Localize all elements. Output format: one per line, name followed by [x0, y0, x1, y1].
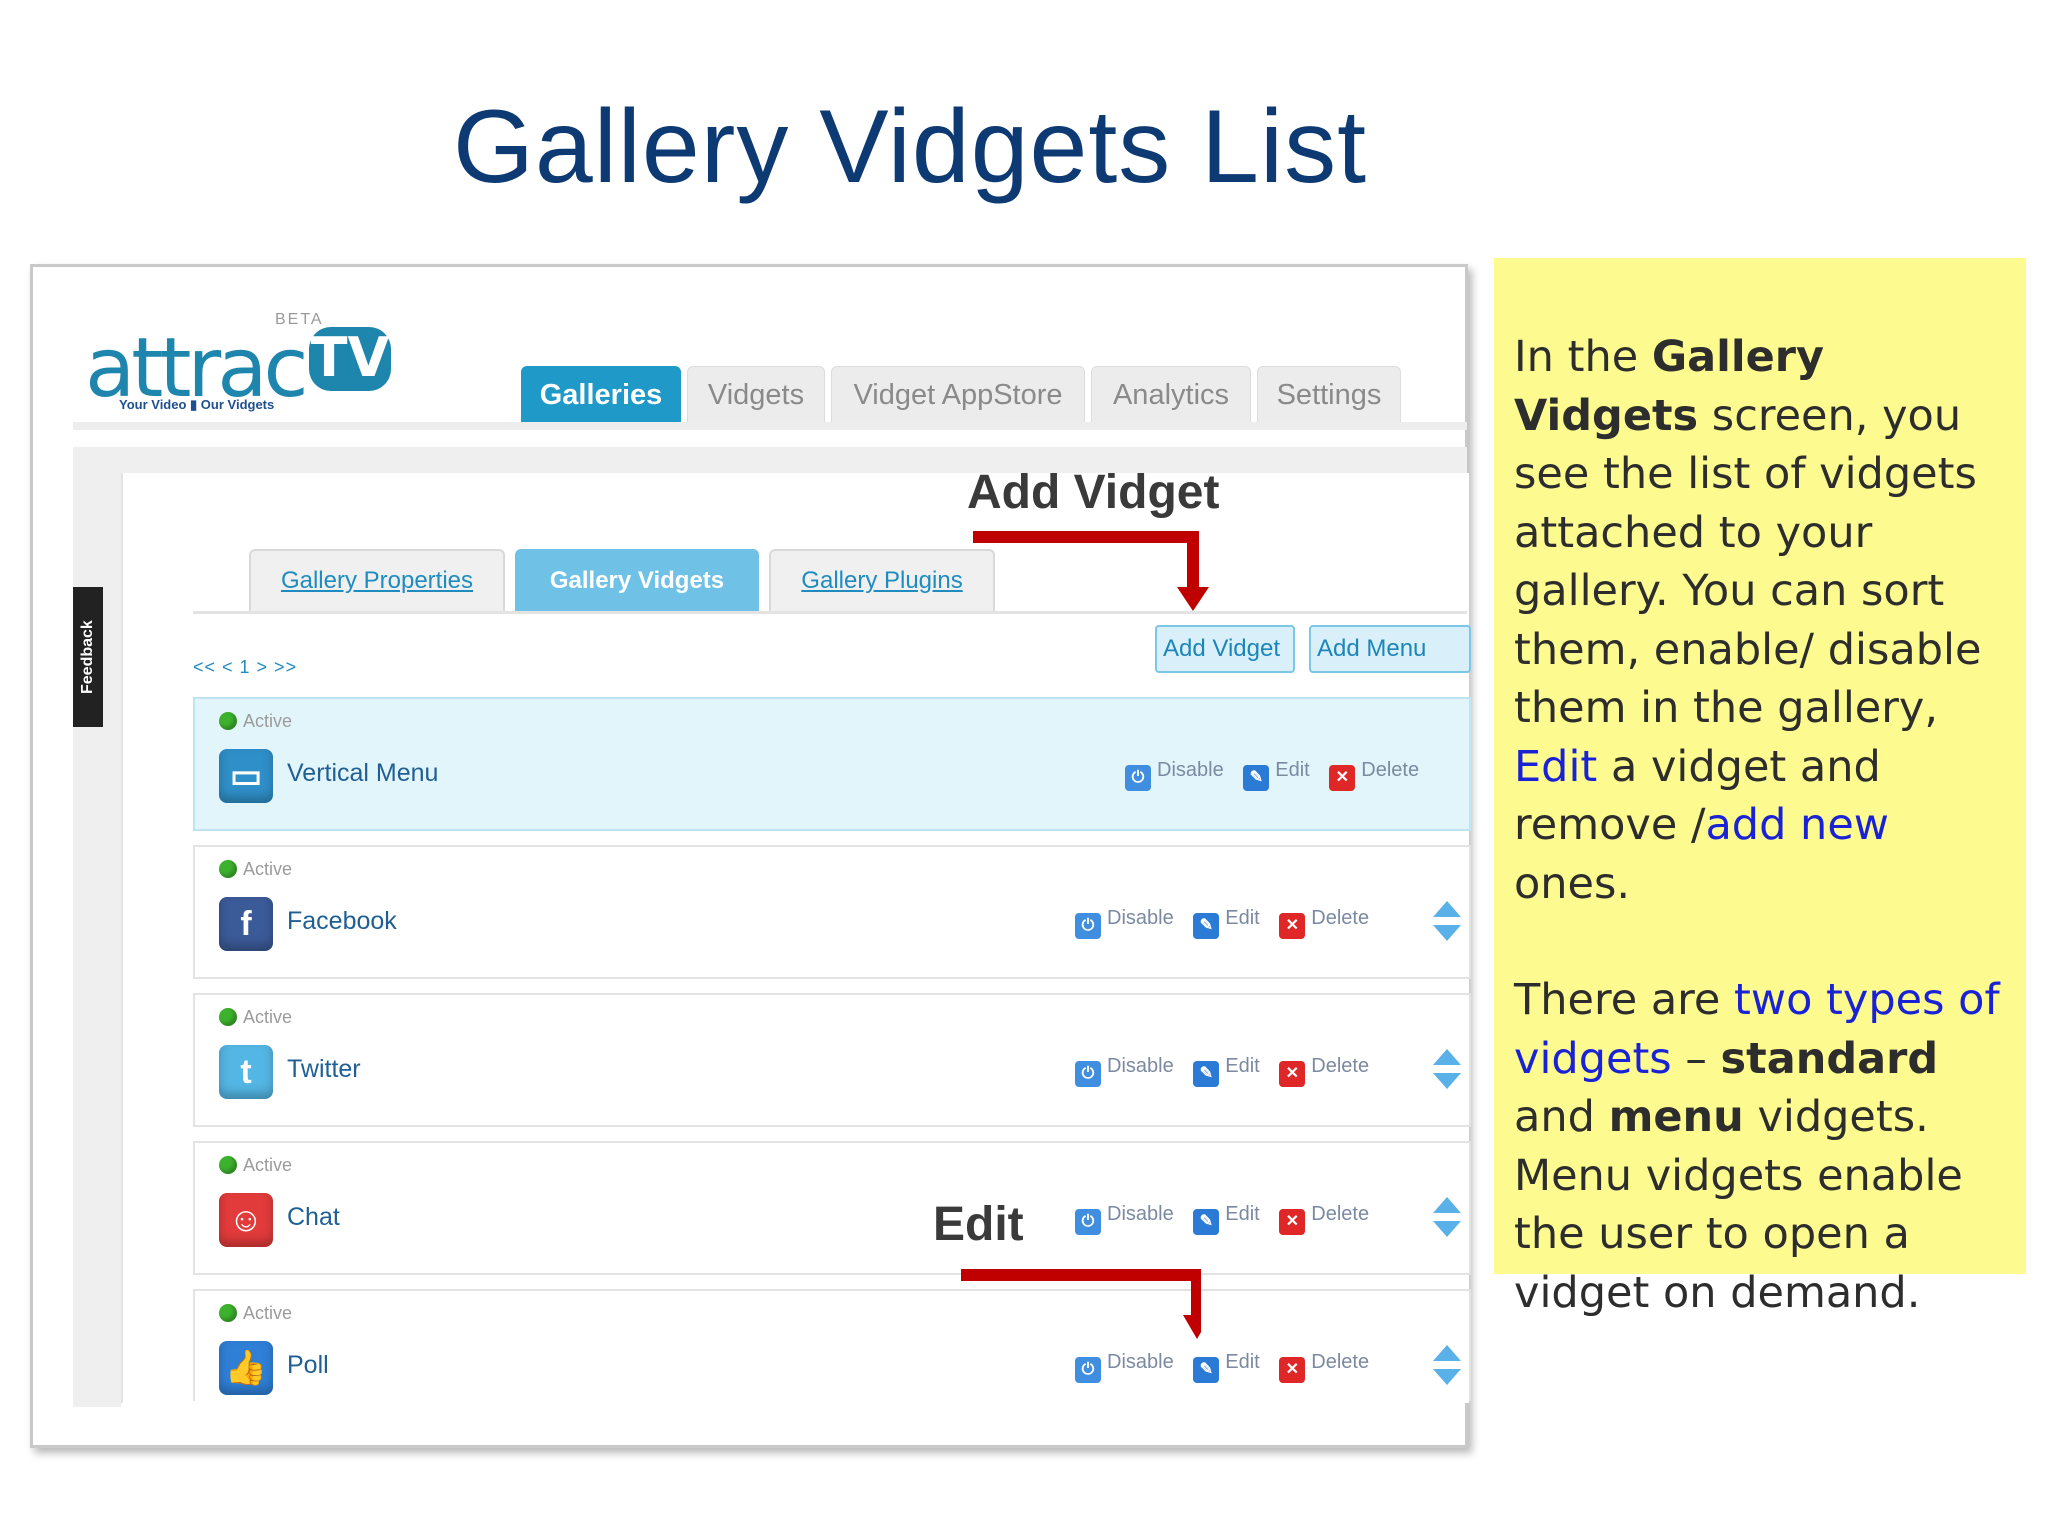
pencil-icon: ✎ — [1193, 1357, 1220, 1383]
tab-galleries[interactable]: Galleries — [521, 366, 681, 423]
add-vidget-button[interactable]: Add Vidget — [1155, 625, 1295, 673]
add-menu-button[interactable]: Add Menu — [1309, 625, 1471, 673]
vidget-name[interactable]: Vertical Menu — [287, 759, 438, 788]
active-status-icon — [219, 712, 237, 730]
active-status-icon — [219, 860, 237, 878]
pencil-icon: ✎ — [1243, 765, 1270, 791]
vidget-row[interactable]: Active 👍 Poll ⏻ Disable ✎ Edit ✕ Delete — [193, 1289, 1471, 1401]
feedback-tab[interactable]: Feedback — [73, 587, 103, 727]
tab-settings[interactable]: Settings — [1257, 366, 1401, 423]
tab-gallery-plugins[interactable]: Gallery Plugins — [769, 549, 995, 613]
facebook-icon: f — [219, 897, 273, 951]
sort-arrows-icon[interactable] — [1431, 1343, 1463, 1387]
disable-button[interactable]: ⏻ Disable — [1075, 907, 1174, 939]
status-label: Active — [219, 859, 292, 880]
delete-button[interactable]: ✕ Delete — [1279, 907, 1369, 939]
edit-button[interactable]: ✎ Edit — [1193, 1203, 1260, 1235]
edit-button[interactable]: ✎ Edit — [1243, 759, 1310, 791]
attractv-logo[interactable]: BETA attrac TV Your Video ▮ Our Vidgets — [85, 307, 405, 417]
pencil-icon: ✎ — [1193, 1209, 1220, 1235]
power-icon: ⏻ — [1075, 1209, 1101, 1235]
row-actions: ⏻ Disable ✎ Edit ✕ Delete — [1125, 759, 1433, 791]
tab-analytics[interactable]: Analytics — [1091, 366, 1251, 423]
poll-icon: 👍 — [219, 1341, 273, 1395]
row-actions: ⏻ Disable ✎ Edit ✕ Delete — [1075, 1351, 1383, 1383]
active-status-icon — [219, 1304, 237, 1322]
chat-icon: ☺ — [219, 1193, 273, 1247]
delete-x-icon: ✕ — [1279, 913, 1306, 939]
disable-button[interactable]: ⏻ Disable — [1125, 759, 1224, 791]
sort-arrows-icon[interactable] — [1431, 1047, 1463, 1091]
tab-gallery-vidgets[interactable]: Gallery Vidgets — [515, 549, 759, 613]
status-label: Active — [219, 1007, 292, 1028]
description-note: In the Gallery Vidgets screen, you see t… — [1494, 258, 2026, 1318]
app-screenshot: BETA attrac TV Your Video ▮ Our Vidgets … — [30, 264, 1471, 1448]
content-header-band — [73, 447, 1467, 473]
twitter-icon: t — [219, 1045, 273, 1099]
sort-arrows-icon[interactable] — [1431, 1195, 1463, 1239]
pencil-icon: ✎ — [1193, 1061, 1220, 1087]
add-new-link[interactable]: add new — [1705, 800, 1889, 850]
vidget-name[interactable]: Facebook — [287, 907, 397, 936]
vertical-menu-icon: ▭ — [219, 749, 273, 803]
tab-gallery-properties[interactable]: Gallery Properties — [249, 549, 505, 613]
row-actions: ⏻ Disable ✎ Edit ✕ Delete — [1075, 1203, 1383, 1235]
disable-button[interactable]: ⏻ Disable — [1075, 1203, 1174, 1235]
note-paragraph-2: There are two types of vidgets – standar… — [1514, 975, 2000, 1318]
vidget-row[interactable]: Active ☺ Chat ⏻ Disable ✎ Edit ✕ Delete — [193, 1141, 1471, 1275]
delete-button[interactable]: ✕ Delete — [1279, 1203, 1369, 1235]
power-icon: ⏻ — [1075, 1061, 1101, 1087]
edit-link[interactable]: Edit — [1514, 742, 1597, 792]
edit-arrow-icon — [961, 1269, 1201, 1339]
vidget-name[interactable]: Twitter — [287, 1055, 361, 1084]
active-status-icon — [219, 1008, 237, 1026]
status-label: Active — [219, 1303, 292, 1324]
delete-x-icon: ✕ — [1279, 1061, 1306, 1087]
power-icon: ⏻ — [1125, 765, 1151, 791]
row-actions: ⏻ Disable ✎ Edit ✕ Delete — [1075, 1055, 1383, 1087]
vidget-name[interactable]: Poll — [287, 1351, 329, 1380]
tab-vidgets[interactable]: Vidgets — [687, 366, 825, 423]
note-text: In the Gallery Vidgets screen, you see t… — [1514, 328, 2014, 1322]
active-status-icon — [219, 1156, 237, 1174]
disable-button[interactable]: ⏻ Disable — [1075, 1351, 1174, 1383]
status-label: Active — [219, 711, 292, 732]
tab-bar-divider — [73, 422, 1467, 430]
status-label: Active — [219, 1155, 292, 1176]
vidget-row[interactable]: Active t Twitter ⏻ Disable ✎ Edit ✕ Delete — [193, 993, 1471, 1127]
delete-x-icon: ✕ — [1329, 765, 1356, 791]
add-vidget-arrow-icon — [973, 531, 1209, 611]
edit-annotation: Edit — [933, 1198, 1024, 1251]
power-icon: ⏻ — [1075, 913, 1101, 939]
slide-title: Gallery Vidgets List — [452, 89, 1368, 205]
tv-logo-icon: TV — [309, 326, 391, 391]
disable-button[interactable]: ⏻ Disable — [1075, 1055, 1174, 1087]
vidget-row[interactable]: Active ▭ Vertical Menu ⏻ Disable ✎ Edit ✕ D… — [193, 697, 1471, 831]
sort-arrows-icon[interactable] — [1431, 899, 1463, 943]
vidget-row[interactable]: Active f Facebook ⏻ Disable ✎ Edit ✕ Delete — [193, 845, 1471, 979]
pencil-icon: ✎ — [1193, 913, 1220, 939]
delete-button[interactable]: ✕ Delete — [1329, 759, 1419, 791]
tab-vidget-appstore[interactable]: Vidget AppStore — [831, 366, 1085, 423]
row-actions: ⏻ Disable ✎ Edit ✕ Delete — [1075, 907, 1383, 939]
edit-button[interactable]: ✎ Edit — [1193, 1351, 1260, 1383]
delete-x-icon: ✕ — [1279, 1209, 1306, 1235]
edit-button[interactable]: ✎ Edit — [1193, 907, 1260, 939]
note-paragraph-1: In the Gallery Vidgets screen, you see t… — [1514, 332, 1982, 909]
delete-x-icon: ✕ — [1279, 1357, 1306, 1383]
delete-button[interactable]: ✕ Delete — [1279, 1055, 1369, 1087]
vidget-name[interactable]: Chat — [287, 1203, 340, 1232]
logo-tagline: Your Video ▮ Our Vidgets — [119, 397, 275, 412]
sub-tab-divider — [193, 611, 1467, 614]
add-vidget-annotation: Add Vidget — [967, 466, 1220, 519]
edit-button[interactable]: ✎ Edit — [1193, 1055, 1260, 1087]
delete-button[interactable]: ✕ Delete — [1279, 1351, 1369, 1383]
power-icon: ⏻ — [1075, 1357, 1101, 1383]
pagination[interactable]: << < 1 > >> — [193, 657, 297, 678]
